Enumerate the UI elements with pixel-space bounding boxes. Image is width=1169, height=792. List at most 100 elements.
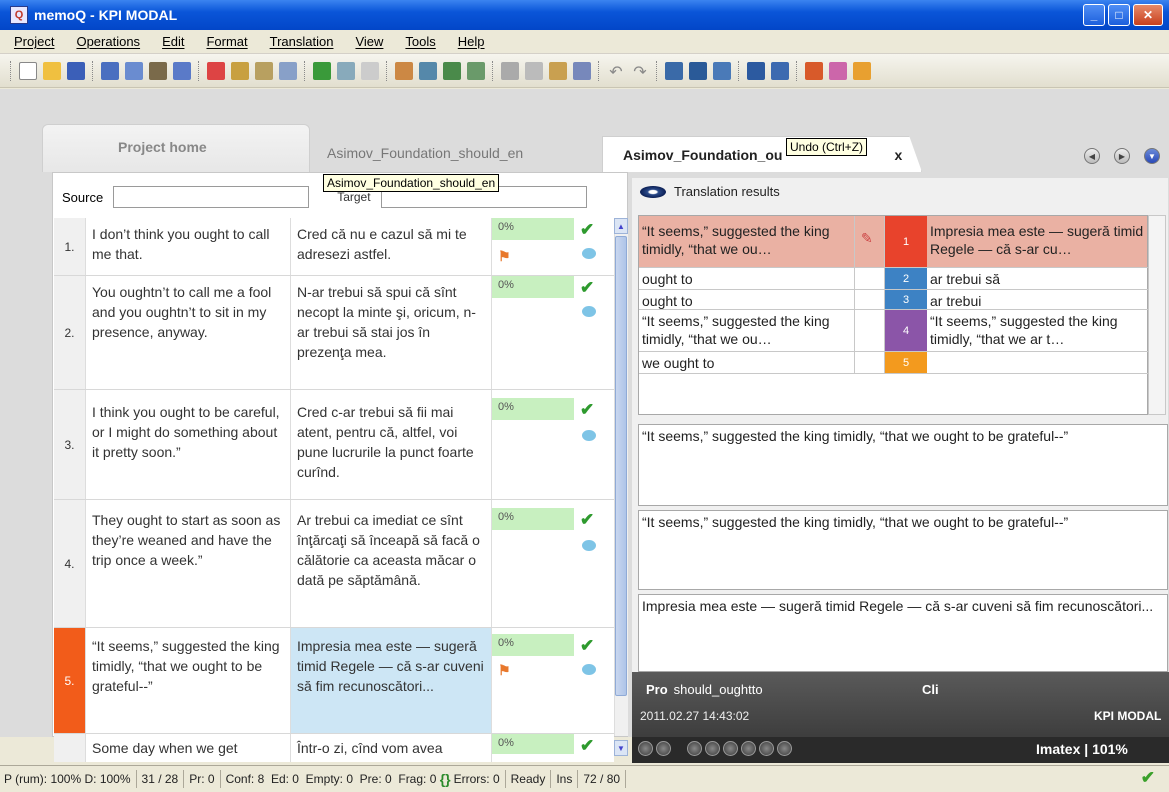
segment-row-active[interactable]: 5. “It seems,” suggested the king timidl… [54,628,614,734]
minimize-icon[interactable]: _ [1083,4,1105,26]
paste-icon[interactable] [549,61,567,80]
comment-icon[interactable] [582,248,596,259]
tab-document-2[interactable]: Asimov_Foundation_ou x [602,136,922,172]
toolbar-separator [386,60,388,81]
tab-next-icon[interactable]: ▶ [1114,148,1130,164]
save-icon[interactable] [67,61,85,80]
add-term-icon[interactable] [467,61,485,80]
edit-document-icon[interactable] [255,61,273,80]
view-target-icon[interactable] [689,61,707,80]
spellcheck-icon[interactable] [829,61,847,80]
target-cell[interactable]: N-ar trebui să spui că sînt necopt la mi… [291,276,492,389]
insert-tag-icon[interactable] [771,61,789,80]
scroll-down-icon[interactable]: ▼ [614,740,628,756]
menu-tools[interactable]: Tools [405,34,435,49]
result-row[interactable]: “It seems,” suggested the king timidly, … [639,310,1149,352]
menu-translation[interactable]: Translation [270,34,334,49]
new-project-icon[interactable] [19,61,37,80]
preview-pause-icon[interactable] [705,741,720,756]
view-source-icon[interactable] [665,61,683,80]
comment-icon[interactable] [582,430,596,441]
segment-row[interactable]: 3. I think you ought to be careful, or I… [54,390,614,500]
preview-back-icon[interactable] [638,741,653,756]
translation-results-icon [640,185,666,198]
termbase-icon[interactable] [419,61,437,80]
preview-stop-icon[interactable] [723,741,738,756]
grid-scroll-thumb[interactable] [615,236,627,696]
result-row[interactable]: ought to 2 ar trebui să [639,268,1149,290]
confirm-icon[interactable] [313,61,331,80]
preview-fwd-icon[interactable] [656,741,671,756]
menu-operations[interactable]: Operations [76,34,140,49]
comment-icon[interactable] [582,306,596,317]
scroll-up-icon[interactable]: ▲ [614,218,628,234]
sort-icon[interactable] [125,61,143,80]
target-cell[interactable]: Într-o zi, cînd vom avea [291,734,492,762]
conf-count: Conf: 8 [225,772,265,786]
target-cell[interactable]: Impresia mea este — sugeră timid Regele … [291,628,492,733]
import-icon[interactable] [101,61,119,80]
target-cell[interactable]: Ar trebui ca imediat ce sînt înţărcaţi s… [291,500,492,627]
maximize-icon[interactable]: □ [1108,4,1130,26]
open-folder-icon[interactable] [43,61,61,80]
tab-prev-icon[interactable]: ◀ [1084,148,1100,164]
results-scrollbar[interactable] [1148,215,1166,415]
export-icon[interactable] [173,61,191,80]
preview-record-icon[interactable] [741,741,756,756]
comment-icon[interactable] [582,540,596,551]
insert-mode: Ins [556,772,573,786]
statistics-icon[interactable] [149,61,167,80]
preview-skip-icon[interactable] [759,741,774,756]
result-rank: 1 [885,216,927,267]
segment-row[interactable]: 1. I don’t think you ought to call me th… [54,218,614,276]
cut-icon[interactable] [501,61,519,80]
concordance-icon[interactable] [395,61,413,80]
translation-results-title: Translation results [674,184,780,199]
menu-edit[interactable]: Edit [162,34,184,49]
qa-icon[interactable] [805,61,823,80]
preview-settings-icon[interactable] [777,741,792,756]
result-row[interactable]: ought to 3 ar trebui [639,290,1149,310]
preview-play-icon[interactable] [687,741,702,756]
chart-icon[interactable] [207,61,225,80]
result-edit-marker [855,268,885,289]
document-icon[interactable] [231,61,249,80]
review-icon[interactable] [279,61,297,80]
toolbar-separator [796,60,798,81]
menu-format[interactable]: Format [206,34,247,49]
close-icon[interactable]: ✕ [1133,4,1163,26]
errors-count: Errors: 0 [453,772,500,786]
tab-list-icon[interactable]: ▼ [1144,148,1160,164]
menu-view[interactable]: View [355,34,383,49]
translation-results-header: Translation results [640,184,780,199]
insert-term-icon[interactable] [443,61,461,80]
tag-icon[interactable] [747,61,765,80]
tab-document-1[interactable]: Asimov_Foundation_should_en [316,140,586,168]
find-icon[interactable] [573,61,591,80]
lock-icon[interactable] [361,61,379,80]
result-row[interactable]: we ought to 5 [639,352,1149,374]
segment-row[interactable]: 4. They ought to start as soon as they’r… [54,500,614,628]
menu-project[interactable]: Project [14,34,54,49]
undo-icon[interactable]: ↶ [607,62,625,81]
options-icon[interactable] [853,61,871,80]
target-cell[interactable]: Cred că nu e cazul să mi te adresezi ast… [291,218,492,275]
match-percentage: 0% [492,508,574,530]
menu-help[interactable]: Help [458,34,485,49]
segment-number: 1. [54,218,86,275]
refresh-icon[interactable] [337,61,355,80]
redo-icon[interactable]: ↷ [631,62,649,81]
comment-icon[interactable] [582,664,596,675]
result-rank: 4 [885,310,927,351]
tab-tooltip: Asimov_Foundation_should_en [323,174,500,192]
source-filter-input[interactable] [113,186,310,208]
segment-row[interactable]: Some day when we get Într-o zi, cînd vom… [54,734,614,762]
confirmed-check-icon: ✔ [580,636,595,655]
segment-row[interactable]: 2. You oughtn’t to call me a fool and yo… [54,276,614,390]
copy-icon[interactable] [525,61,543,80]
result-row[interactable]: “It seems,” suggested the king timidly, … [639,216,1149,268]
view-both-icon[interactable] [713,61,731,80]
tab-project-home[interactable]: Project home [42,124,310,172]
target-cell[interactable]: Cred c-ar trebui să fii mai atent, pentr… [291,390,492,499]
edited-flag-icon: ⚑ [498,662,511,678]
